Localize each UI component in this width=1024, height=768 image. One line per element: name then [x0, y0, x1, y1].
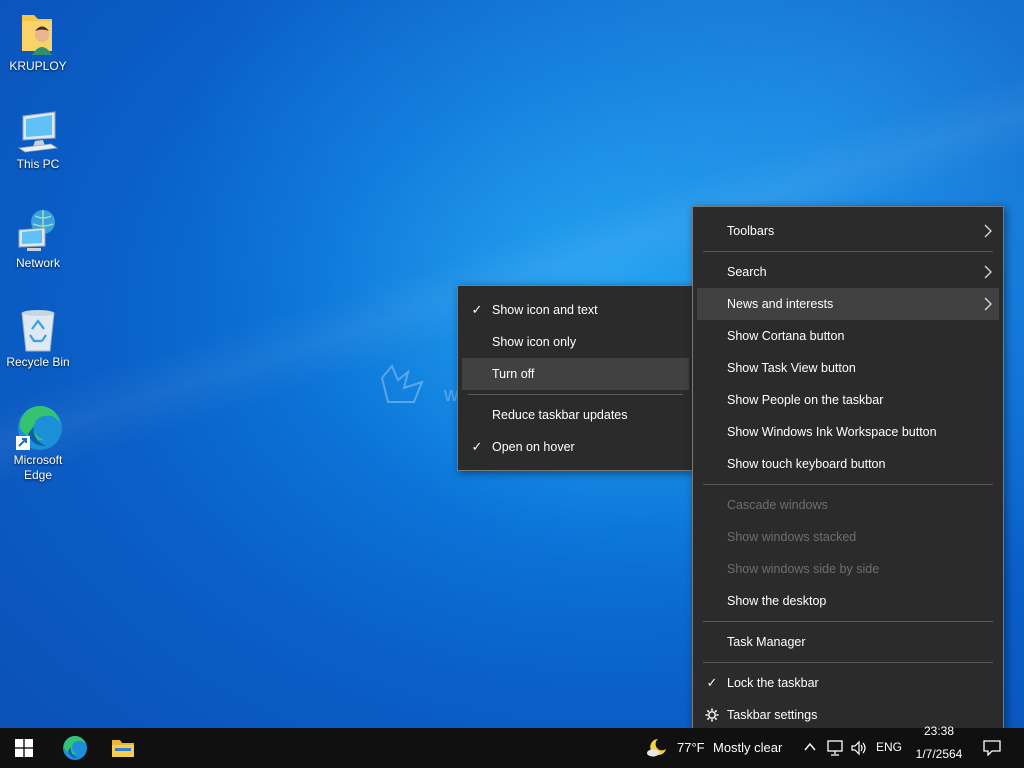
menu-item-news-and-interests[interactable]: News and interests	[697, 288, 999, 320]
desktop-icon-network[interactable]: Network	[4, 207, 72, 271]
network-tray-button[interactable]	[826, 739, 844, 757]
menu-item-show-icon-and-text[interactable]: ✓ Show icon and text	[462, 294, 689, 326]
input-language[interactable]: ENG	[876, 740, 902, 754]
weather-condition: Mostly clear	[713, 740, 783, 755]
menu-item-reduce-taskbar-updates[interactable]: Reduce taskbar updates	[462, 399, 689, 431]
menu-item-label: Show the desktop	[727, 594, 827, 608]
show-hidden-icons-button[interactable]	[803, 740, 817, 754]
chevron-right-icon	[984, 224, 992, 238]
check-icon: ✓	[706, 675, 718, 690]
menu-item-label: Show Windows Ink Workspace button	[727, 425, 937, 439]
menu-item-label: News and interests	[727, 297, 834, 311]
desktop-icon-label: Microsoft Edge	[13, 453, 63, 482]
clock-date: 1/7/2564	[915, 747, 963, 761]
menu-item-show-windows-ink[interactable]: Show Windows Ink Workspace button	[697, 416, 999, 448]
news-submenu: ✓ Show icon and text Show icon only Turn…	[457, 285, 694, 471]
menu-item-search[interactable]: Search	[697, 256, 999, 288]
taskbar-edge-button[interactable]	[51, 728, 99, 768]
ethernet-icon	[827, 740, 843, 756]
chevron-up-icon	[804, 742, 816, 751]
desktop-icon-label: Network	[15, 256, 60, 270]
network-icon	[14, 207, 62, 255]
menu-item-show-cortana-button[interactable]: Show Cortana button	[697, 320, 999, 352]
weather-temperature: 77°F	[677, 740, 705, 755]
menu-item-label: Open on hover	[492, 440, 575, 454]
weather-widget[interactable]: 77°F Mostly clear	[644, 728, 794, 768]
moon-cloud-icon	[647, 739, 666, 757]
menu-item-label: Show People on the taskbar	[727, 393, 884, 407]
menu-item-label: Task Manager	[727, 635, 806, 649]
action-center-button[interactable]	[978, 736, 1006, 760]
desktop-icon-label: Recycle Bin	[6, 355, 70, 369]
desktop-icon-label: KRUPLOY	[9, 59, 67, 73]
edge-icon	[63, 735, 87, 760]
menu-separator	[703, 662, 993, 663]
menu-item-show-task-view-button[interactable]: Show Task View button	[697, 352, 999, 384]
speaker-icon	[851, 740, 866, 756]
menu-item-label: Show Task View button	[727, 361, 856, 375]
menu-item-show-windows-side-by-side: Show windows side by side	[697, 553, 999, 585]
menu-separator	[703, 484, 993, 485]
menu-item-label: Show touch keyboard button	[727, 457, 886, 471]
menu-item-show-the-desktop[interactable]: Show the desktop	[697, 585, 999, 617]
menu-item-label: Show icon and text	[492, 303, 598, 317]
user-folder-icon	[14, 10, 62, 58]
menu-item-label: Show icon only	[492, 335, 577, 349]
computer-icon	[14, 108, 62, 156]
menu-item-label: Toolbars	[727, 224, 775, 238]
menu-item-open-on-hover[interactable]: ✓ Open on hover	[462, 431, 689, 463]
chevron-right-icon	[984, 297, 992, 311]
menu-separator	[703, 251, 993, 252]
menu-item-toolbars[interactable]: Toolbars	[697, 215, 999, 247]
windows-logo-icon	[15, 739, 33, 757]
desktop-icon-this-pc[interactable]: This PC	[4, 108, 72, 172]
menu-item-task-manager[interactable]: Task Manager	[697, 626, 999, 658]
notification-icon	[983, 740, 1001, 756]
gear-icon	[705, 708, 719, 722]
desktop-icon-recycle-bin[interactable]: Recycle Bin	[4, 306, 72, 370]
menu-item-show-people[interactable]: Show People on the taskbar	[697, 384, 999, 416]
menu-item-turn-off[interactable]: Turn off	[462, 358, 689, 390]
menu-separator	[468, 394, 683, 395]
menu-item-label: Turn off	[492, 367, 535, 381]
menu-separator	[703, 621, 993, 622]
menu-item-lock-the-taskbar[interactable]: ✓ Lock the taskbar	[697, 667, 999, 699]
menu-item-label: Cascade windows	[727, 498, 828, 512]
taskbar: 77°F Mostly clear ENG 23:38 1/7/2564	[0, 724, 1024, 768]
desktop-icon-label: This PC	[16, 157, 60, 171]
menu-item-show-windows-stacked: Show windows stacked	[697, 521, 999, 553]
clock-time: 23:38	[923, 724, 955, 738]
volume-tray-button[interactable]	[850, 739, 868, 757]
start-button[interactable]	[0, 728, 48, 768]
taskbar-file-explorer-button[interactable]	[99, 728, 147, 768]
chevron-right-icon	[984, 265, 992, 279]
menu-item-cascade-windows: Cascade windows	[697, 489, 999, 521]
edge-icon	[14, 404, 62, 452]
menu-item-show-icon-only[interactable]: Show icon only	[462, 326, 689, 358]
menu-item-label: Show windows side by side	[727, 562, 880, 576]
clock[interactable]: 23:38 1/7/2564	[908, 724, 970, 768]
folder-icon	[112, 740, 134, 757]
menu-item-label: Show windows stacked	[727, 530, 857, 544]
taskbar-context-menu: Toolbars Search News and interests Show …	[692, 206, 1004, 738]
menu-item-label: Reduce taskbar updates	[492, 408, 628, 422]
menu-item-label: Show Cortana button	[727, 329, 845, 343]
check-icon: ✓	[471, 302, 483, 317]
menu-item-label: Taskbar settings	[727, 708, 818, 722]
menu-item-show-touch-keyboard[interactable]: Show touch keyboard button	[697, 448, 999, 480]
origami-logo-icon	[380, 364, 424, 403]
check-icon: ✓	[471, 439, 483, 454]
menu-item-label: Lock the taskbar	[727, 676, 819, 690]
desktop-icon-edge[interactable]: Microsoft Edge	[4, 404, 72, 483]
recycle-bin-icon	[14, 306, 62, 354]
desktop-icon-kruploy[interactable]: KRUPLOY	[4, 10, 72, 74]
menu-item-label: Search	[727, 265, 767, 279]
